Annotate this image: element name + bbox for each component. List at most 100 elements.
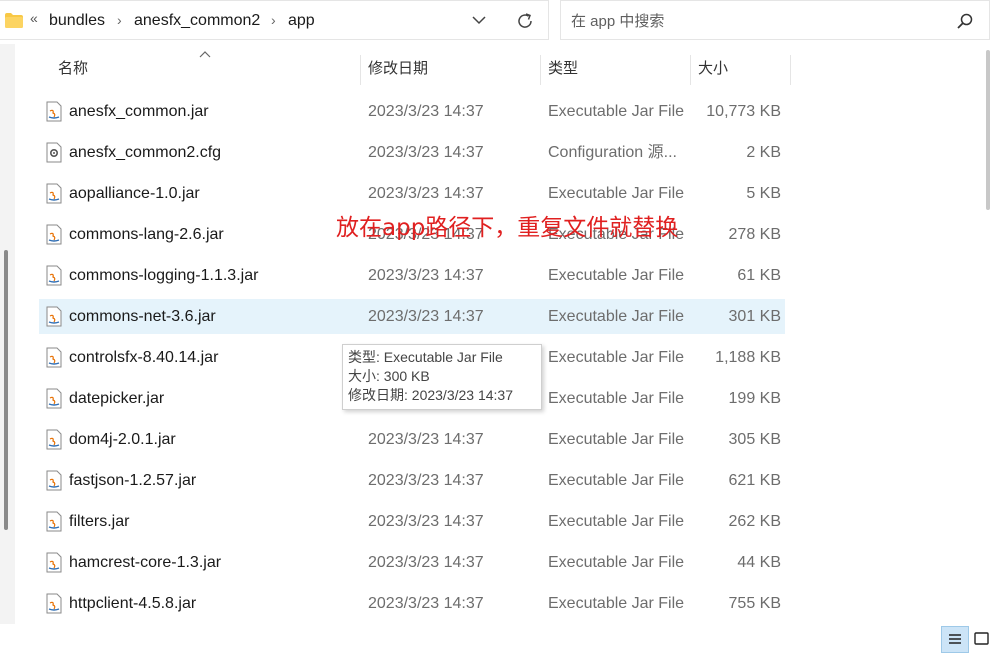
file-type: Executable Jar File <box>548 185 685 202</box>
search-box[interactable] <box>560 0 990 40</box>
chevron-down-icon[interactable] <box>470 11 488 29</box>
status-bar <box>0 624 990 653</box>
breadcrumb-item-anesfx-common2[interactable]: anesfx_common2 <box>134 12 260 30</box>
file-name: anesfx_common.jar <box>69 103 209 120</box>
file-size: 2 KB <box>746 144 781 161</box>
jar-file-icon <box>46 306 62 327</box>
sort-ascending-icon <box>199 51 211 58</box>
file-size: 44 KB <box>737 554 781 571</box>
file-type: Executable Jar File <box>548 103 685 120</box>
refresh-icon[interactable] <box>515 11 535 31</box>
file-row[interactable]: hamcrest-core-1.3.jar 2023/3/23 14:37 Ex… <box>39 545 785 580</box>
address-bar[interactable]: « bundles › anesfx_common2 › app <box>0 0 549 40</box>
file-row[interactable]: httpclient-4.5.8.jar 2023/3/23 14:37 Exe… <box>39 586 785 621</box>
jar-file-icon <box>46 593 62 614</box>
annotation-text: 放在app路径下，重复文件就替换 <box>336 215 679 241</box>
file-size: 10,773 KB <box>706 103 781 120</box>
file-size: 278 KB <box>728 226 781 243</box>
file-name: controlsfx-8.40.14.jar <box>69 349 219 366</box>
file-name: anesfx_common2.cfg <box>69 144 222 161</box>
jar-file-icon <box>46 347 62 368</box>
file-size: 199 KB <box>728 390 781 407</box>
file-size: 5 KB <box>746 185 781 202</box>
jar-file-icon <box>46 101 62 122</box>
file-size: 305 KB <box>728 431 781 448</box>
column-header-name[interactable]: 名称 <box>58 51 88 87</box>
large-icons-view-icon[interactable] <box>972 630 990 648</box>
file-list-scrollbar[interactable] <box>986 50 990 210</box>
file-row[interactable]: commons-logging-1.1.3.jar 2023/3/23 14:3… <box>39 258 785 293</box>
file-type: Executable Jar File <box>548 472 685 489</box>
jar-file-icon <box>46 183 62 204</box>
file-name: httpclient-4.5.8.jar <box>69 595 197 612</box>
column-header-type[interactable]: 类型 <box>548 51 578 87</box>
file-size: 755 KB <box>728 595 781 612</box>
file-type: Executable Jar File <box>548 513 685 530</box>
column-divider[interactable] <box>690 55 691 85</box>
jar-file-icon <box>46 552 62 573</box>
file-size: 61 KB <box>737 267 781 284</box>
tooltip-date: 修改日期: 2023/3/23 14:37 <box>348 387 513 403</box>
file-date: 2023/3/23 14:37 <box>368 554 484 571</box>
file-name: hamcrest-core-1.3.jar <box>69 554 222 571</box>
file-row[interactable]: fastjson-1.2.57.jar 2023/3/23 14:37 Exec… <box>39 463 785 498</box>
file-row[interactable]: aopalliance-1.0.jar 2023/3/23 14:37 Exec… <box>39 176 785 211</box>
file-row[interactable]: anesfx_common.jar 2023/3/23 14:37 Execut… <box>39 94 785 129</box>
folder-icon <box>5 13 23 28</box>
file-date: 2023/3/23 14:37 <box>368 431 484 448</box>
file-size: 621 KB <box>728 472 781 489</box>
file-type: Executable Jar File <box>548 595 685 612</box>
column-header-size[interactable]: 大小 <box>698 51 728 87</box>
jar-file-icon <box>46 470 62 491</box>
navigation-bar: « bundles › anesfx_common2 › app <box>0 0 990 42</box>
config-file-icon <box>46 142 62 163</box>
file-date: 2023/3/23 14:37 <box>368 267 484 284</box>
column-header-date[interactable]: 修改日期 <box>368 51 428 87</box>
file-row[interactable]: filters.jar 2023/3/23 14:37 Executable J… <box>39 504 785 539</box>
jar-file-icon <box>46 388 62 409</box>
file-name: commons-lang-2.6.jar <box>69 226 224 243</box>
file-name: filters.jar <box>69 513 130 530</box>
file-name: dom4j-2.0.1.jar <box>69 431 176 448</box>
file-row-hovered[interactable]: commons-net-3.6.jar 2023/3/23 14:37 Exec… <box>39 299 785 334</box>
breadcrumb-item-app[interactable]: app <box>288 12 315 30</box>
file-type: Executable Jar File <box>548 267 685 284</box>
breadcrumb-item-bundles[interactable]: bundles <box>49 12 105 30</box>
breadcrumb-separator[interactable]: › <box>117 12 122 28</box>
file-type: Executable Jar File <box>548 349 685 366</box>
breadcrumb-overflow[interactable]: « <box>30 10 38 26</box>
file-name: fastjson-1.2.57.jar <box>69 472 197 489</box>
jar-file-icon <box>46 224 62 245</box>
column-divider[interactable] <box>360 55 361 85</box>
file-date: 2023/3/23 14:37 <box>368 595 484 612</box>
breadcrumb-separator[interactable]: › <box>271 12 276 28</box>
file-row[interactable]: anesfx_common2.cfg 2023/3/23 14:37 Confi… <box>39 135 785 170</box>
navigation-pane-scrollbar[interactable] <box>4 250 8 530</box>
details-view-icon <box>949 634 961 644</box>
column-divider[interactable] <box>540 55 541 85</box>
file-type: Executable Jar File <box>548 308 685 325</box>
jar-file-icon <box>46 429 62 450</box>
file-name: aopalliance-1.0.jar <box>69 185 200 202</box>
search-icon[interactable] <box>956 12 974 30</box>
file-row[interactable]: dom4j-2.0.1.jar 2023/3/23 14:37 Executab… <box>39 422 785 457</box>
jar-file-icon <box>46 511 62 532</box>
file-type: Executable Jar File <box>548 554 685 571</box>
file-date: 2023/3/23 14:37 <box>368 472 484 489</box>
tooltip-size: 大小: 300 KB <box>348 368 430 384</box>
file-type: Executable Jar File <box>548 431 685 448</box>
details-view-button[interactable] <box>941 626 969 653</box>
tooltip-type: 类型: Executable Jar File <box>348 349 503 365</box>
file-type: Configuration 源... <box>548 144 677 161</box>
file-type: Executable Jar File <box>548 390 685 407</box>
file-size: 262 KB <box>728 513 781 530</box>
file-size: 1,188 KB <box>715 349 781 366</box>
file-tooltip: 类型: Executable Jar File 大小: 300 KB 修改日期:… <box>342 344 542 410</box>
file-name: commons-net-3.6.jar <box>69 308 216 325</box>
column-divider[interactable] <box>790 55 791 85</box>
search-input[interactable] <box>571 11 951 31</box>
file-size: 301 KB <box>728 308 781 325</box>
jar-file-icon <box>46 265 62 286</box>
file-date: 2023/3/23 14:37 <box>368 103 484 120</box>
file-name: commons-logging-1.1.3.jar <box>69 267 259 284</box>
